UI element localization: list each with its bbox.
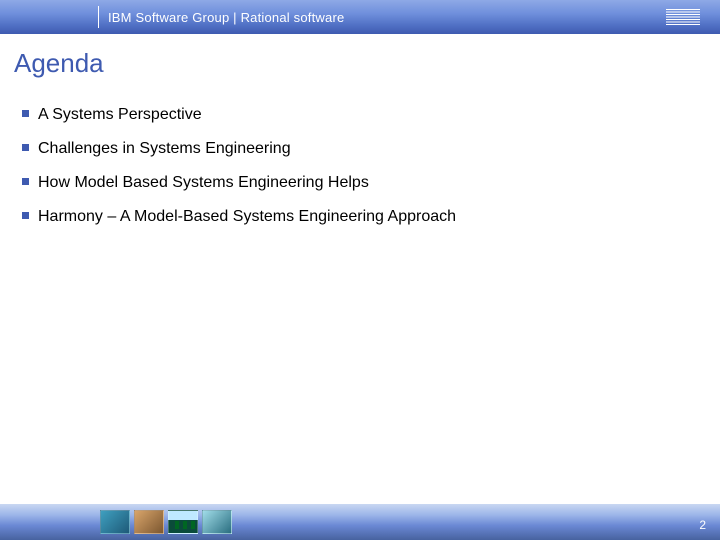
list-item: Harmony – A Model-Based Systems Engineer… xyxy=(22,207,720,227)
footer-bar: 2 xyxy=(0,504,720,540)
ibm-logo-icon xyxy=(666,9,700,25)
list-item: A Systems Perspective xyxy=(22,105,720,125)
list-item: Challenges in Systems Engineering xyxy=(22,139,720,159)
page-number: 2 xyxy=(699,518,706,532)
footer-chip-icon xyxy=(134,510,164,534)
slide: IBM Software Group | Rational software A… xyxy=(0,0,720,540)
footer-chip-icon xyxy=(168,510,198,534)
footer-chip-icon xyxy=(202,510,232,534)
slide-title: Agenda xyxy=(0,34,720,79)
header-title: IBM Software Group | Rational software xyxy=(108,10,344,25)
ibm-logo-bars xyxy=(666,9,700,25)
footer-art-icon xyxy=(100,510,232,534)
footer-chip-icon xyxy=(100,510,130,534)
header-divider xyxy=(98,6,99,28)
header-bar: IBM Software Group | Rational software xyxy=(0,0,720,34)
bullet-list: A Systems Perspective Challenges in Syst… xyxy=(0,79,720,227)
list-item: How Model Based Systems Engineering Help… xyxy=(22,173,720,193)
